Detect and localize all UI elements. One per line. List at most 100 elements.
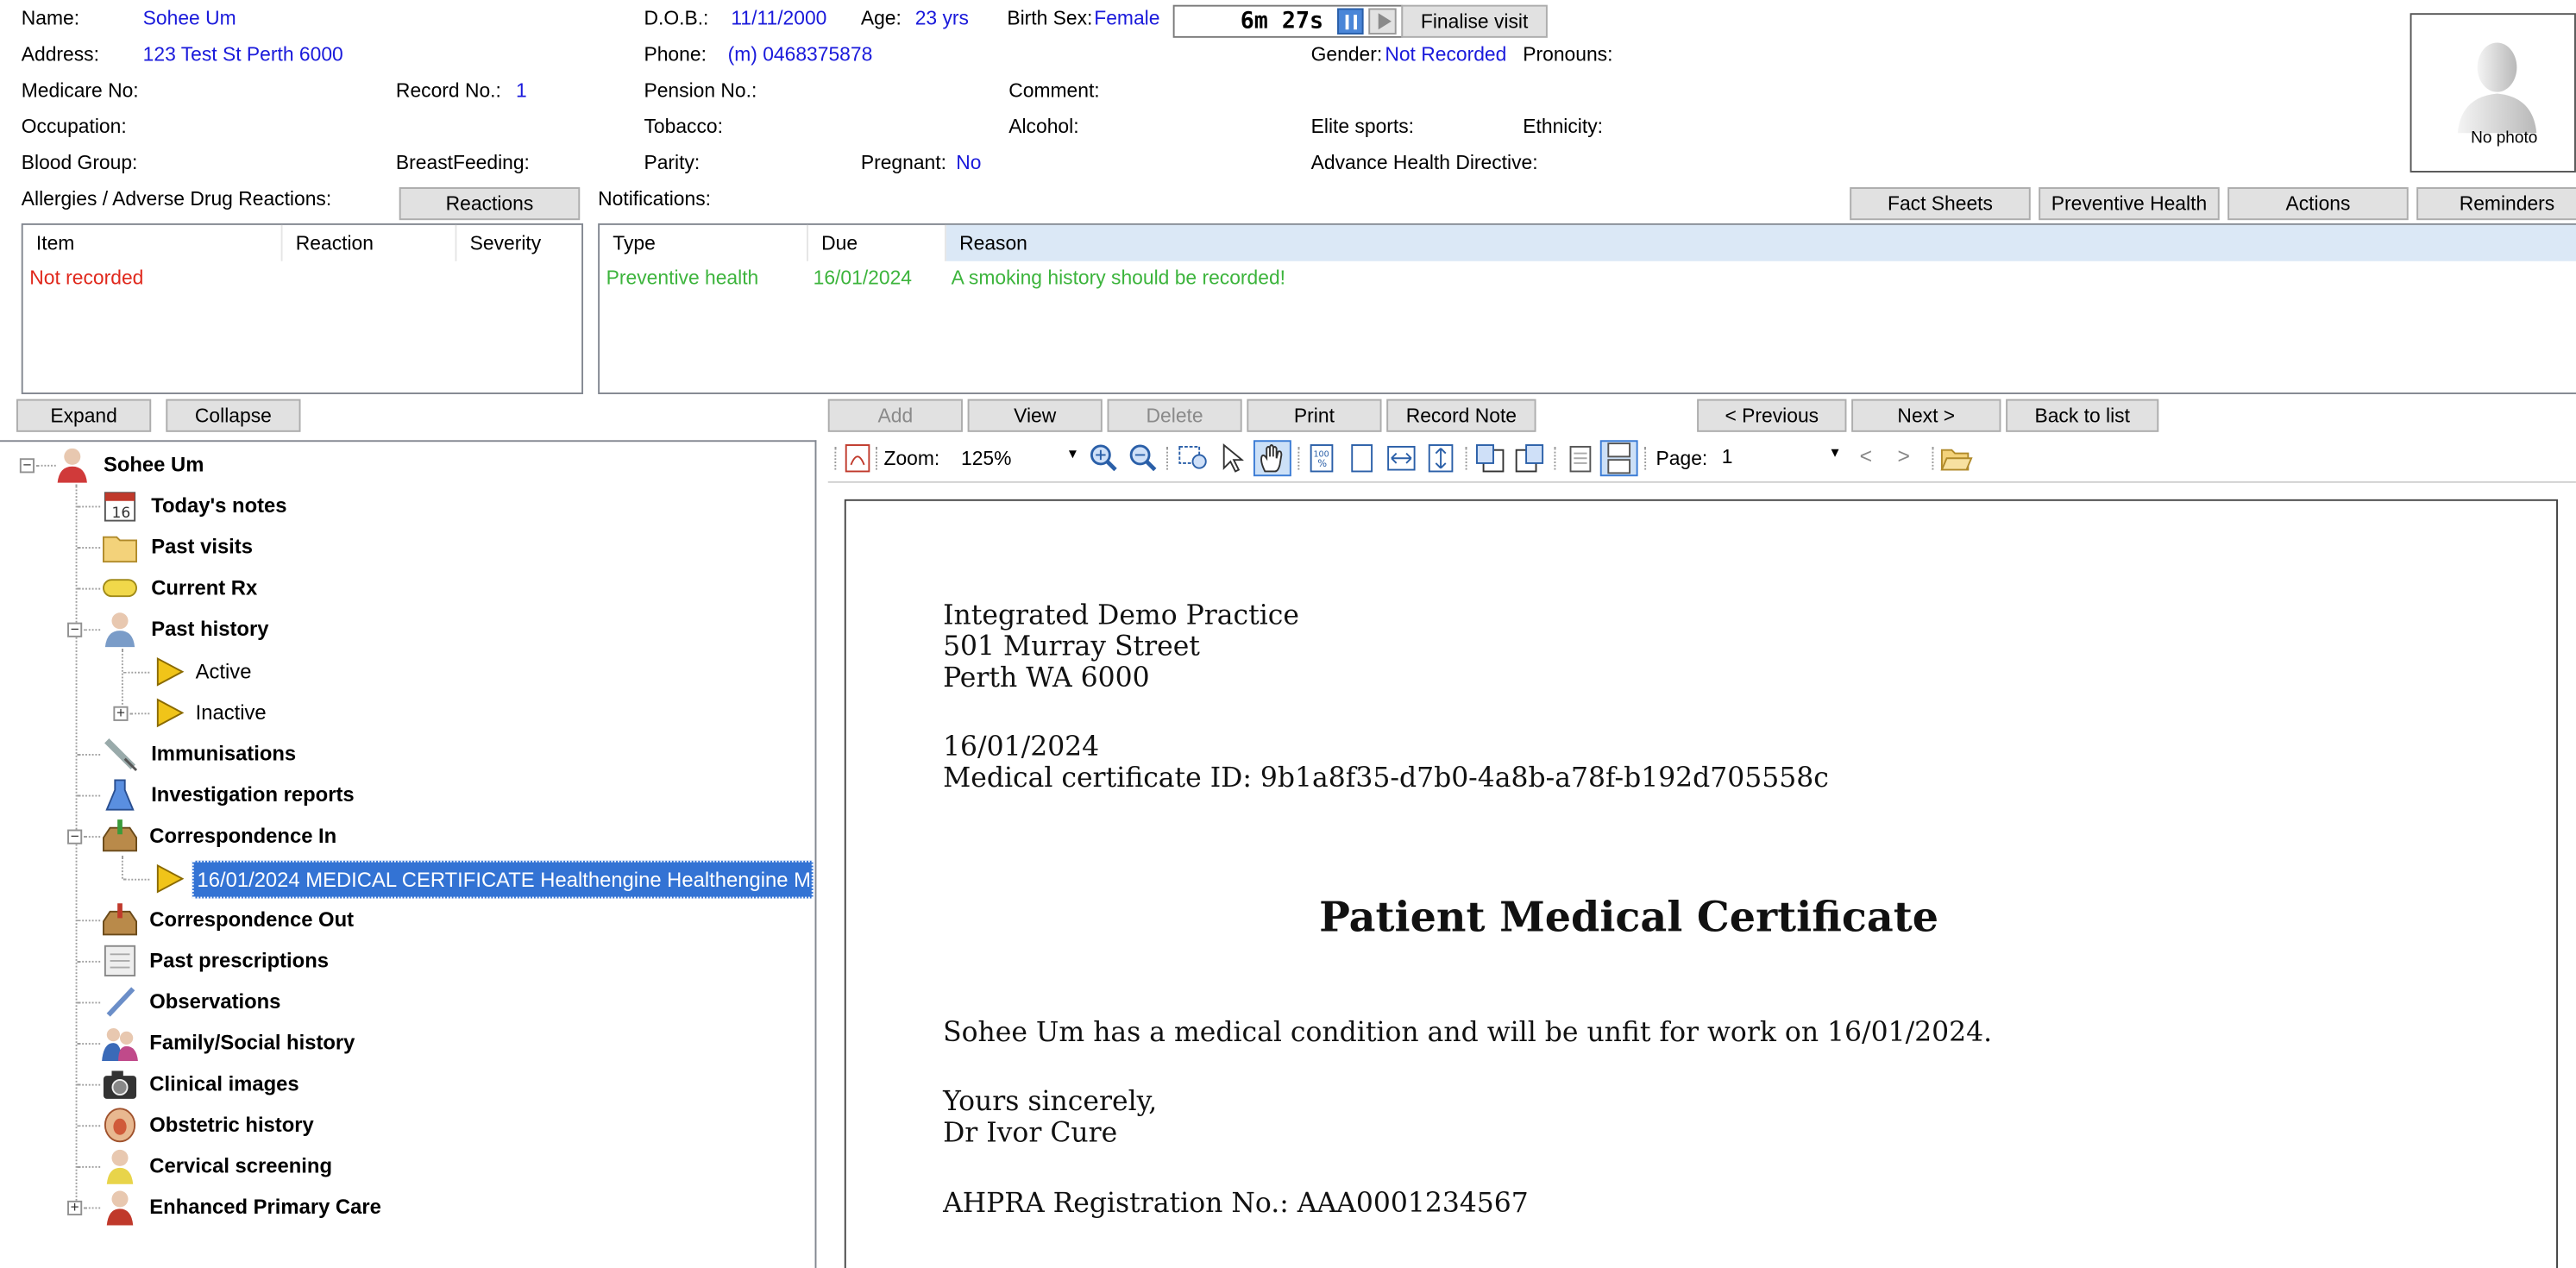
tree-correspondence-in[interactable]: Correspondence In (149, 816, 336, 856)
practice-city: Perth WA 6000 (943, 662, 1150, 694)
allergy-col-reaction[interactable]: Reaction (283, 224, 457, 261)
tree-investigation-reports[interactable]: Investigation reports (151, 775, 354, 815)
tree-medical-certificate-item[interactable]: 16/01/2024 MEDICAL CERTIFICATE Healtheng… (192, 860, 814, 899)
collapse-button[interactable]: Collapse (166, 399, 301, 432)
zoom-out-icon[interactable] (1128, 443, 1158, 473)
pension-label: Pension No.: (644, 78, 757, 103)
expand-button[interactable]: Expand (16, 399, 152, 432)
pause-icon[interactable] (1337, 8, 1364, 35)
rotate-left-icon[interactable] (1475, 443, 1506, 473)
continuous-page-icon (1607, 443, 1631, 474)
fact-sheets-button[interactable]: Fact Sheets (1850, 187, 2031, 221)
marquee-zoom-icon[interactable] (1178, 443, 1210, 473)
arrow-right-icon (156, 698, 185, 728)
add-button[interactable]: Add (827, 399, 963, 432)
screening-icon (106, 1149, 134, 1184)
zoom-in-icon[interactable] (1090, 443, 1119, 473)
collapse-toggle[interactable]: − (67, 829, 83, 844)
page-select[interactable]: 1 ▼ (1716, 442, 1845, 475)
allergy-col-severity[interactable]: Severity (456, 225, 581, 261)
notif-col-due[interactable]: Due (808, 224, 946, 261)
print-button[interactable]: Print (1247, 399, 1382, 432)
fit-width-icon[interactable] (1386, 443, 1416, 473)
fit-page-icon[interactable] (1348, 443, 1377, 473)
certificate-id: Medical certificate ID: 9b1a8f35-d7b0-4a… (943, 762, 1829, 794)
inbox-icon (103, 819, 138, 852)
actual-size-icon[interactable]: 100% (1308, 443, 1337, 473)
allergies-label: Allergies / Adverse Drug Reactions: (21, 187, 332, 210)
hand-tool[interactable] (1253, 440, 1291, 477)
tree-observations[interactable]: Observations (149, 982, 280, 1022)
tree-past-prescriptions[interactable]: Past prescriptions (149, 941, 329, 981)
single-page-icon[interactable] (1566, 443, 1595, 473)
syringe-icon (104, 738, 138, 772)
expand-toggle[interactable]: + (113, 706, 129, 721)
patient-phone[interactable]: (m) 0468375878 (728, 43, 873, 66)
clinical-tree[interactable]: − Sohee Um 16 Today's notes Past visits … (0, 440, 817, 1268)
tree-cervical-screening[interactable]: Cervical screening (149, 1146, 332, 1186)
page-label: Page: (1656, 446, 1708, 470)
patient-address[interactable]: 123 Test St Perth 6000 (143, 43, 343, 66)
tobacco-label: Tobacco: (644, 115, 723, 138)
certificate-date: 16/01/2024 (943, 731, 1100, 763)
tree-todays-notes[interactable]: Today's notes (151, 486, 286, 526)
patient-photo[interactable]: No photo (2410, 13, 2576, 173)
medicare-label: Medicare No: (21, 78, 139, 103)
notif-due: 16/01/2024 (813, 266, 913, 290)
finalise-visit-button[interactable]: Finalise visit (1401, 4, 1548, 38)
collapse-toggle[interactable]: − (67, 622, 83, 637)
tree-active[interactable]: Active (196, 652, 252, 692)
tree-correspondence-out[interactable]: Correspondence Out (149, 900, 354, 939)
tree-family-social-history[interactable]: Family/Social history (149, 1023, 355, 1063)
thermometer-icon (106, 987, 135, 1017)
tree-current-rx[interactable]: Current Rx (151, 568, 257, 608)
fit-height-icon[interactable] (1426, 443, 1455, 473)
tree-root-patient[interactable]: Sohee Um (104, 445, 204, 485)
practice-street: 501 Murray Street (943, 631, 1200, 662)
collapse-toggle[interactable]: − (19, 457, 35, 474)
previous-page-icon[interactable]: < (1860, 443, 1872, 468)
reminders-button[interactable]: Reminders (2416, 187, 2576, 221)
dob-label: D.O.B.: (644, 6, 709, 30)
rotate-right-icon[interactable] (1515, 443, 1546, 473)
tree-past-visits[interactable]: Past visits (151, 527, 253, 567)
elite-sports-label: Elite sports: (1310, 115, 1415, 138)
previous-button[interactable]: < Previous (1697, 399, 1847, 432)
reactions-button[interactable]: Reactions (399, 187, 581, 221)
patient-dob: 11/11/2000 (731, 6, 827, 30)
arrow-right-icon (156, 656, 185, 687)
open-folder-icon[interactable] (1940, 443, 1973, 473)
record-label: Record No.: (395, 78, 501, 103)
notif-col-type[interactable]: Type (600, 224, 808, 261)
document-page: Integrated Demo Practice 501 Murray Stre… (844, 499, 2558, 1268)
actions-button[interactable]: Actions (2227, 187, 2409, 221)
chevron-down-icon: ▼ (1828, 445, 1842, 461)
document-viewer[interactable]: Integrated Demo Practice 501 Murray Stre… (827, 480, 2576, 1268)
next-page-icon[interactable]: > (1897, 443, 1909, 468)
tree-clinical-images[interactable]: Clinical images (149, 1064, 298, 1104)
play-icon[interactable] (1368, 8, 1397, 35)
view-button[interactable]: View (967, 399, 1103, 432)
zoom-select[interactable]: 125% ▼ (956, 442, 1082, 475)
back-to-list-button[interactable]: Back to list (2006, 399, 2159, 432)
tree-obstetric-history[interactable]: Obstetric history (149, 1105, 313, 1145)
patient-name[interactable]: Sohee Um (143, 7, 236, 30)
ethnicity-label: Ethnicity: (1523, 115, 1604, 138)
tree-past-history[interactable]: Past history (151, 609, 268, 649)
continuous-page-tool[interactable] (1599, 440, 1638, 477)
next-button[interactable]: Next > (1851, 399, 2001, 432)
select-arrow-icon[interactable] (1221, 443, 1244, 473)
tree-enhanced-primary-care[interactable]: Enhanced Primary Care (149, 1188, 381, 1227)
tree-inactive[interactable]: Inactive (196, 694, 267, 733)
certificate-body: Sohee Um has a medical condition and wil… (943, 1016, 1993, 1048)
record-note-button[interactable]: Record Note (1386, 399, 1536, 432)
allergy-col-item[interactable]: Item (23, 224, 283, 261)
preventive-health-button[interactable]: Preventive Health (2039, 187, 2220, 221)
tree-immunisations[interactable]: Immunisations (151, 734, 296, 774)
expand-toggle[interactable]: + (67, 1200, 83, 1216)
allergy-row-item[interactable]: Not recorded (29, 266, 143, 289)
pdf-icon[interactable] (845, 443, 870, 473)
delete-button[interactable]: Delete (1107, 399, 1242, 432)
notif-col-reason[interactable]: Reason (946, 224, 2576, 261)
patient-age: 23 yrs (914, 6, 969, 30)
